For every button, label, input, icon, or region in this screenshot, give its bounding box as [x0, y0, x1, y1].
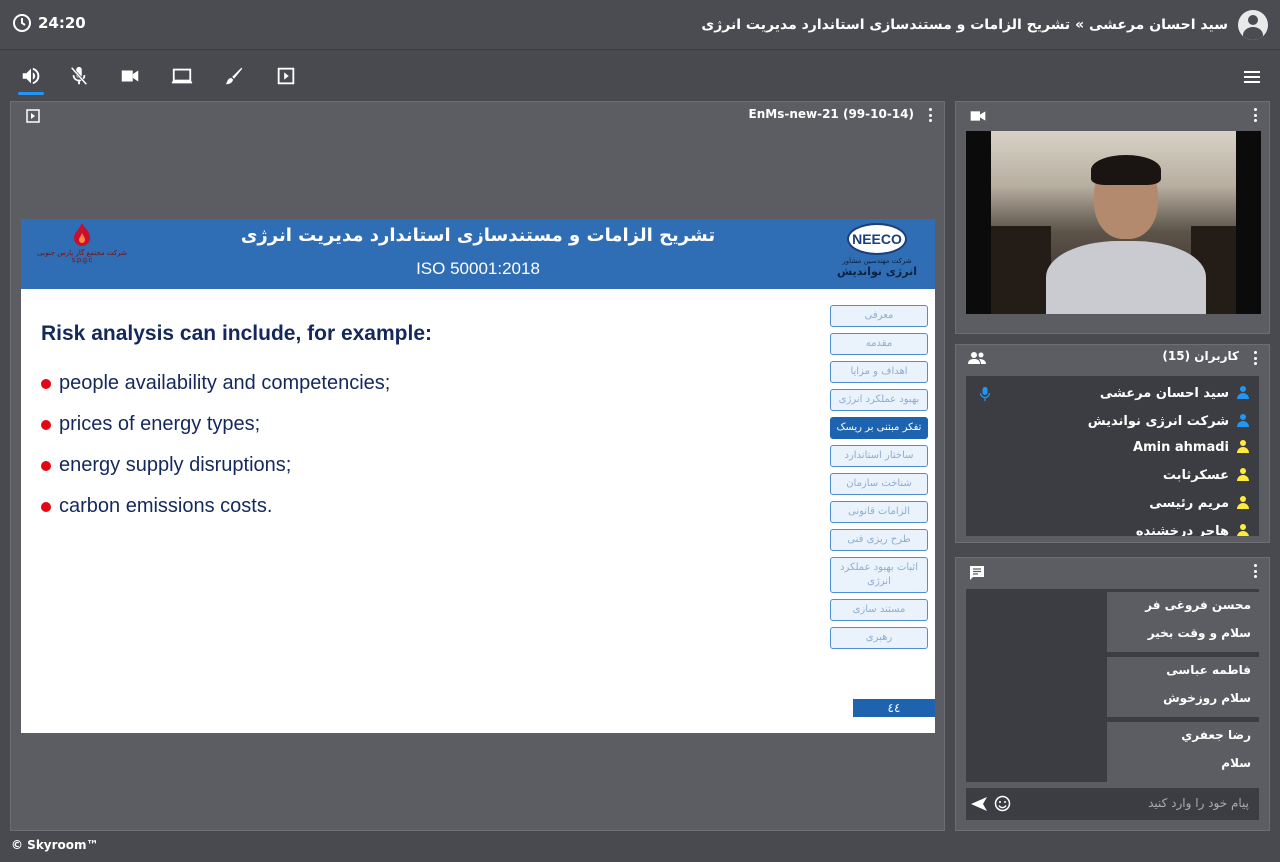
bullet-text: people availability and competencies; — [59, 372, 391, 394]
mic-active-icon — [980, 387, 990, 401]
chat-message: فاطمه عباسی سلام روزخوش — [1107, 657, 1259, 717]
chat-message: محسن فروغی فر سلام و وقت بخیر — [1107, 592, 1259, 652]
brush-icon[interactable] — [221, 63, 247, 89]
user-icon — [1237, 386, 1249, 400]
neeco-sub2: انرژی نواندیش — [837, 265, 917, 278]
chat-sender: رضا جعفري — [1181, 728, 1251, 742]
slide-nav-item[interactable]: مستند سازی — [830, 599, 928, 621]
bullet-text: prices of energy types; — [59, 413, 261, 435]
user-icon — [1237, 414, 1249, 428]
bullet-dot-icon — [41, 460, 51, 471]
file-title: EnMs-new-21 (99-10-14) — [748, 107, 914, 121]
webcam-video — [966, 131, 1261, 314]
bullet-item: prices of energy types; — [41, 404, 390, 445]
user-icon — [1237, 496, 1249, 510]
emoji-icon[interactable] — [994, 795, 1011, 812]
chat-text: سلام روزخوش — [1163, 691, 1251, 705]
more-options-icon[interactable] — [928, 108, 932, 122]
slide-nav-item[interactable]: اهداف و مزایا — [830, 361, 928, 383]
user-avatar-icon[interactable] — [1238, 10, 1268, 40]
slide-nav-item[interactable]: الزامات قانونی — [830, 501, 928, 523]
more-options-icon[interactable] — [1253, 351, 1257, 365]
slide-page-number: ٤٤ — [853, 699, 935, 717]
slide-nav-item[interactable]: ساختار استاندارد — [830, 445, 928, 467]
chat-message: رضا جعفري سلام — [1107, 722, 1259, 782]
webcam-feed — [991, 131, 1236, 314]
users-panel: کاربران (15) سید احسان مرعشی شرکت انرژی … — [955, 344, 1270, 543]
users-icon — [968, 352, 986, 364]
slide-nav-item[interactable]: بهبود عملکرد انرژی — [830, 389, 928, 411]
slide: شرکت مجتمع گاز پارس جنوبی s.p.g.c تشریح … — [21, 219, 935, 733]
chat-text: سلام و وقت بخیر — [1147, 626, 1251, 640]
spgc-name: شرکت مجتمع گاز پارس جنوبی — [37, 249, 127, 257]
session-timer: 24:20 — [12, 13, 86, 33]
speaker-icon[interactable] — [18, 63, 44, 95]
timer-text: 24:20 — [38, 14, 86, 32]
slide-nav-item[interactable]: اثبات بهبود عملکرد انرژی — [830, 557, 928, 593]
bullet-dot-icon — [41, 419, 51, 430]
user-item[interactable]: عسکرثابت — [1163, 461, 1249, 489]
bullet-item: carbon emissions costs. — [41, 486, 390, 527]
toolbar — [0, 51, 1280, 97]
mic-muted-icon[interactable] — [66, 63, 92, 89]
bullet-dot-icon — [41, 501, 51, 512]
room-title-area: سید احسان مرعشی » تشریح الزامات و مستندس… — [701, 10, 1268, 40]
user-item[interactable]: هاجر درخشنده — [1136, 517, 1249, 536]
presentation-icon — [26, 109, 40, 123]
slide-subtitle: ISO 50001:2018 — [416, 259, 540, 278]
chat-panel: محسن فروغی فر سلام و وقت بخیر فاطمه عباسی… — [955, 557, 1270, 831]
bullet-text: energy supply disruptions; — [59, 454, 292, 476]
camera-icon — [970, 111, 986, 121]
user-icon — [1237, 468, 1249, 482]
footer-brand: © Skyroom™ — [11, 838, 99, 852]
video-panel — [955, 101, 1270, 334]
slide-nav-item-active[interactable]: تفکر مبتنی بر ریسک — [830, 417, 928, 439]
chat-sender: محسن فروغی فر — [1145, 598, 1251, 612]
screen-share-icon[interactable] — [169, 63, 195, 89]
user-icon — [1237, 440, 1249, 454]
neeco-logo: NEECO شرکت مهندسین مشاور انرژی نواندیش — [837, 223, 917, 285]
chat-messages: محسن فروغی فر سلام و وقت بخیر فاطمه عباسی… — [966, 589, 1259, 782]
camera-icon[interactable] — [117, 63, 143, 89]
bullet-item: energy supply disruptions; — [41, 445, 390, 486]
bullet-dot-icon — [41, 378, 51, 389]
user-icon — [1237, 524, 1249, 536]
user-item[interactable]: Amin ahmadi — [1133, 433, 1249, 461]
slide-heading: Risk analysis can include, for example: — [41, 322, 432, 345]
user-item[interactable]: سید احسان مرعشی — [1100, 379, 1249, 407]
slide-title: تشریح الزامات و مستندسازی استاندارد مدیر… — [240, 225, 716, 246]
presentation-panel: EnMs-new-21 (99-10-14) شرکت مجتمع گاز پا… — [10, 101, 945, 831]
presentation-icon[interactable] — [273, 63, 299, 89]
more-options-icon[interactable] — [1253, 564, 1257, 578]
chat-sender: فاطمه عباسی — [1166, 663, 1251, 677]
slide-nav-item[interactable]: طرح ریزی فنی — [830, 529, 928, 551]
bullet-text: carbon emissions costs. — [59, 495, 273, 517]
hamburger-menu-icon[interactable] — [1242, 67, 1262, 87]
neeco-logo-text: NEECO — [852, 231, 902, 247]
users-title: کاربران (15) — [1162, 349, 1239, 363]
bullet-item: people availability and competencies; — [41, 363, 390, 404]
user-list: سید احسان مرعشی شرکت انرژی نواندیش Amin … — [966, 376, 1259, 536]
neeco-sub1: شرکت مهندسین مشاور — [842, 257, 912, 265]
slide-nav-item[interactable]: رهبری — [830, 627, 928, 649]
room-title: سید احسان مرعشی » تشریح الزامات و مستندس… — [701, 17, 1228, 33]
chat-input[interactable]: پیام خود را وارد کنید — [966, 788, 1259, 820]
clock-icon — [13, 14, 31, 32]
slide-nav-item[interactable]: معرفی — [830, 305, 928, 327]
user-item[interactable]: مریم رئیسی — [1149, 489, 1249, 517]
chat-icon — [970, 566, 984, 580]
more-options-icon[interactable] — [1253, 108, 1257, 122]
chat-text: سلام — [1221, 756, 1251, 770]
slide-nav-item[interactable]: شناخت سازمان — [830, 473, 928, 495]
chat-input-placeholder: پیام خود را وارد کنید — [1148, 796, 1249, 810]
top-bar: 24:20 سید احسان مرعشی » تشریح الزامات و … — [0, 0, 1280, 50]
send-icon[interactable] — [970, 796, 988, 812]
slide-header: شرکت مجتمع گاز پارس جنوبی s.p.g.c تشریح … — [21, 219, 935, 289]
user-item[interactable]: شرکت انرژی نواندیش — [1088, 407, 1249, 435]
bullet-list: people availability and competencies; pr… — [41, 363, 390, 527]
slide-nav-item[interactable]: مقدمه — [830, 333, 928, 355]
